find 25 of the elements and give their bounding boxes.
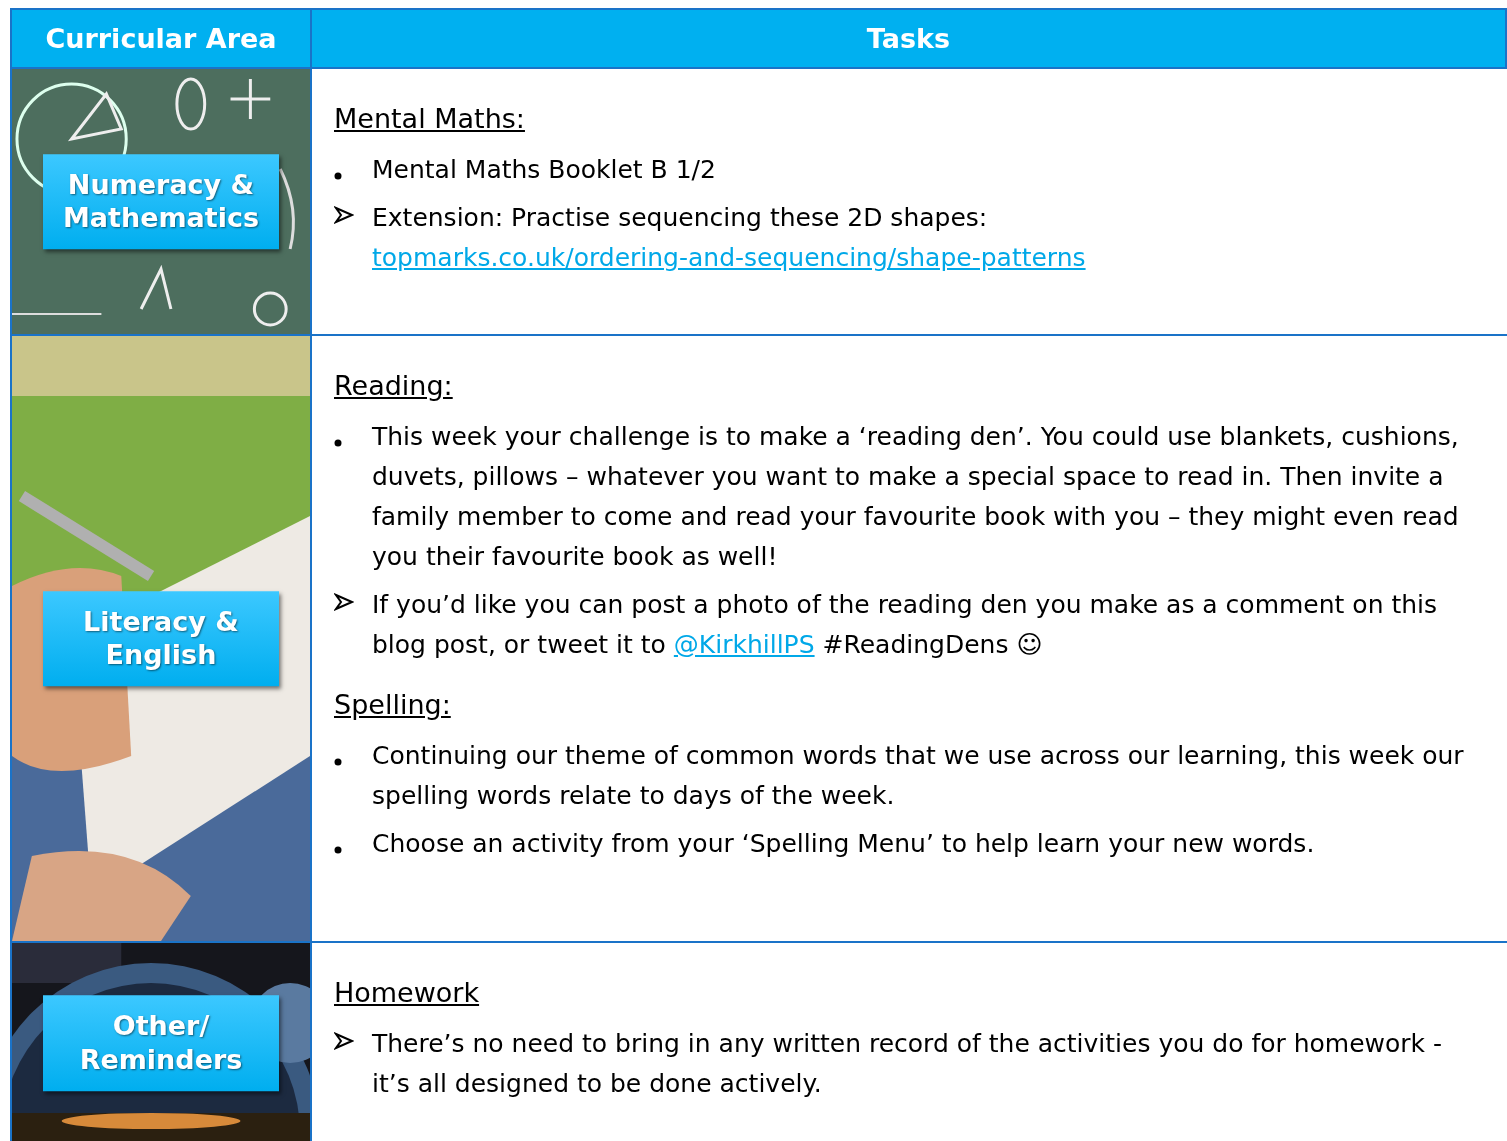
task-text: Extension: Practise sequencing these 2D shapes: topmarks.co.uk/ordering-and-sequencing/shape-patterns <box>372 202 1087 274</box>
area-label: Numeracy & Mathematics <box>43 153 279 250</box>
section-heading: Reading: <box>334 370 453 401</box>
section-heading: Homework <box>334 977 480 1008</box>
task-text: Mental Maths Booklet B 1/2 <box>372 154 717 186</box>
section-heading: Mental Maths: <box>334 103 525 134</box>
task-text: If you’d like you can post a photo of the reading den you make as a comment on this blog post, or tweet it to @KirkhillPS #ReadingDens ☺ <box>372 589 1439 661</box>
task-text: Continuing our theme of common words that we use across our learning, this week our spelling words relate to days of the week. <box>372 740 1465 812</box>
column-header: Tasks <box>312 10 1507 69</box>
arrow-icon <box>334 593 354 611</box>
bullet-icon <box>334 846 342 854</box>
bullet-icon <box>334 758 342 766</box>
area-label: Literacy & English <box>43 590 279 687</box>
column-header: Curricular Area <box>12 10 312 69</box>
task-text: This week your challenge is to make a ‘reading den’. You could use blankets, cushions, duvets, pillows – whatever you want to make a special space to read in. Then invite a family member to come and read your favourite book with you – they might even read you their favourite book as well! <box>372 421 1460 573</box>
arrow-icon <box>334 206 354 224</box>
arrow-icon <box>334 1032 354 1050</box>
section-heading: Spelling: <box>334 689 451 720</box>
task-text: Choose an activity from your ‘Spelling Menu’ to help learn your new words. <box>372 828 1316 860</box>
link[interactable]: @KirkhillPS <box>673 630 815 659</box>
link[interactable]: topmarks.co.uk/ordering-and-sequencing/shape-patterns <box>372 243 1086 272</box>
bullet-icon <box>334 439 342 447</box>
area-label: Other/ Reminders <box>43 995 279 1091</box>
bullet-icon <box>334 172 342 180</box>
task-text: There’s no need to bring in any written record of the activities you do for homework - it’s all designed to be done actively. <box>372 1028 1444 1100</box>
